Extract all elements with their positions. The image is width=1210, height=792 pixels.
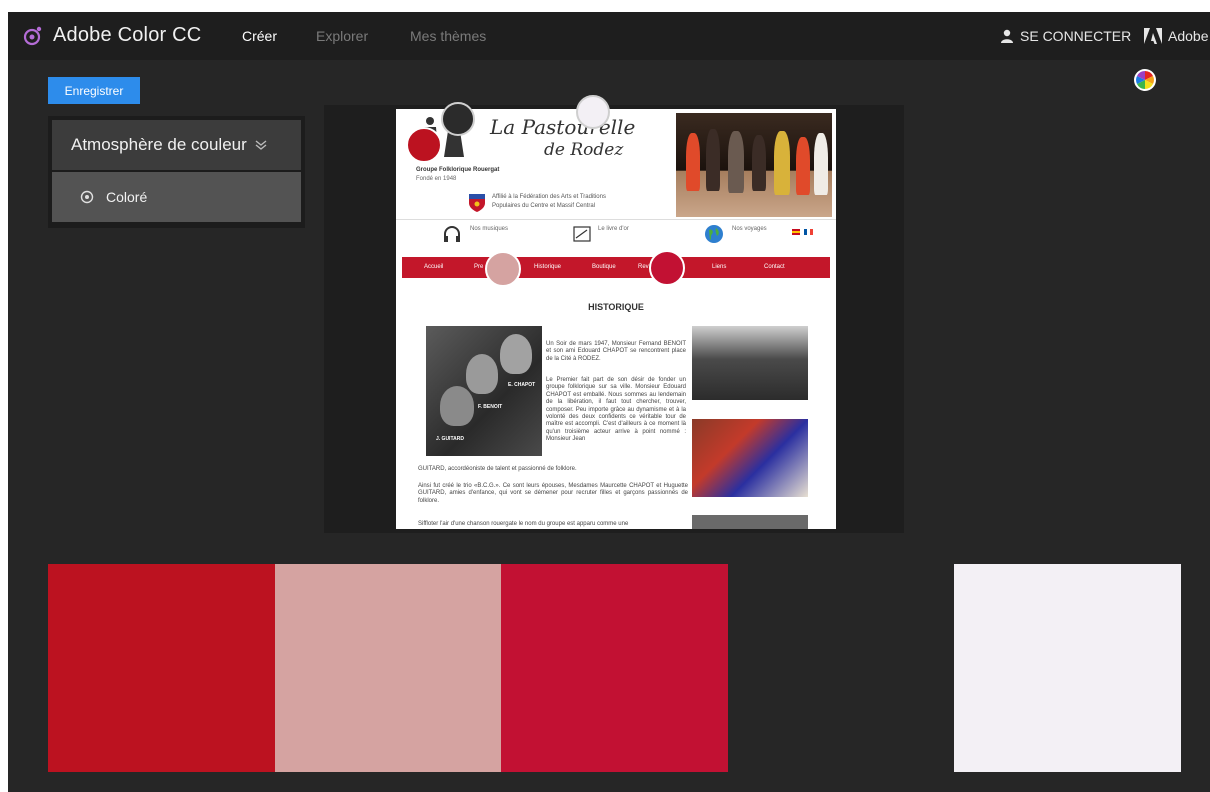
photo-label: J. GUITARD: [436, 436, 464, 442]
color-swatch-5[interactable]: [954, 564, 1181, 772]
source-image: La Pastourelle de Rodez Groupe Folkloriq…: [396, 109, 836, 529]
site-founded: Fondé en 1948: [416, 176, 457, 182]
headphones-icon: [444, 226, 460, 242]
photo-label: F. BENOIT: [478, 404, 503, 410]
guestbook-icon: [573, 226, 591, 242]
adobe-logo-icon: [1144, 28, 1162, 44]
mood-option-label: Coloré: [106, 189, 148, 205]
site-title-line2: de Rodez: [544, 140, 624, 160]
nav-explore[interactable]: Explorer: [316, 28, 368, 44]
user-icon: [1001, 29, 1013, 43]
color-swatch-3[interactable]: [501, 564, 728, 772]
site-paragraph: Le Premier fait part de son désir de fon…: [546, 377, 686, 443]
site-menu-item: Rev: [638, 264, 649, 270]
color-picker-pin[interactable]: [406, 127, 442, 163]
color-mood-panel: Atmosphère de couleur Coloré: [48, 116, 305, 228]
site-icon-row: Nos musiques Le livre d'or Nos voyages: [396, 219, 836, 252]
color-mood-title: Atmosphère de couleur: [71, 135, 247, 154]
site-title-line1: La Pastourelle: [490, 115, 636, 139]
double-chevron-down-icon: [255, 140, 267, 150]
color-picker-pin[interactable]: [485, 251, 521, 287]
costume-photo: [692, 419, 808, 497]
site-menu-item: Historique: [534, 264, 562, 270]
save-button[interactable]: Enregistrer: [48, 77, 140, 104]
site-music-label: Nos musiques: [470, 226, 509, 232]
site-guestbook-label: Le livre d'or: [598, 226, 629, 232]
crest-icon: [469, 194, 485, 212]
adobe-label: Adobe: [1168, 28, 1209, 44]
site-travel-label: Nos voyages: [732, 226, 767, 232]
image-preview-frame[interactable]: La Pastourelle de Rodez Groupe Folkloriq…: [324, 95, 904, 533]
color-mood-dropdown[interactable]: Atmosphère de couleur: [52, 120, 301, 170]
adobe-color-app: Adobe Color CC Créer Explorer Mes thèmes…: [8, 12, 1210, 792]
site-menu-item: Contact: [764, 264, 785, 270]
color-picker-pin[interactable]: [441, 102, 475, 136]
color-picker-pin[interactable]: [649, 250, 685, 286]
adobe-color-logo-icon[interactable]: [22, 25, 44, 47]
brand-name[interactable]: Adobe Color CC: [53, 24, 201, 47]
color-swatch-4[interactable]: [728, 564, 954, 772]
stage-photo: [676, 113, 832, 217]
site-paragraph: Ainsi fut créé le trio «B.C.G.». Ce sont…: [418, 483, 688, 504]
flag-spain-icon: [792, 229, 800, 235]
archive-photo: [692, 515, 808, 529]
site-menu-item: Liens: [712, 264, 727, 270]
color-swatch-2[interactable]: [275, 564, 501, 772]
site-heading: HISTORIQUE: [588, 302, 644, 312]
photo-label: E. CHAPOT: [508, 382, 536, 388]
color-wheel-icon[interactable]: [1133, 68, 1157, 92]
site-paragraph: GUITARD, accordéoniste de talent et pass…: [418, 466, 577, 472]
site-menu-item: Pre: [474, 264, 484, 270]
site-paragraph: Un Soir de mars 1947, Monsieur Fernand B…: [546, 341, 686, 362]
site-menu-item: Boutique: [592, 264, 616, 270]
adobe-link[interactable]: Adobe: [1144, 26, 1208, 46]
top-bar: Adobe Color CC Créer Explorer Mes thèmes…: [8, 12, 1210, 60]
login-link[interactable]: SE CONNECTER: [1000, 26, 1131, 46]
color-swatch-1[interactable]: [48, 564, 275, 772]
radio-selected-icon: [80, 190, 94, 204]
globe-icon: [705, 225, 723, 243]
login-label: SE CONNECTER: [1020, 28, 1132, 44]
color-picker-pin[interactable]: [576, 95, 610, 129]
group-photo: [692, 326, 808, 400]
site-group-name: Groupe Folklorique Rouergat: [416, 167, 500, 173]
founders-photo: E. CHAPOT F. BENOIT J. GUITARD: [426, 326, 542, 456]
nav-create[interactable]: Créer: [242, 28, 277, 44]
flag-france-icon: [804, 229, 813, 235]
mood-option-colorful[interactable]: Coloré: [52, 172, 301, 222]
site-menu-bar: Accueil Pre Historique Boutique Rev e Li…: [402, 257, 830, 278]
nav-my-themes[interactable]: Mes thèmes: [410, 28, 486, 44]
site-paragraph: Siffloter l'air d'une chanson rouergate …: [418, 521, 629, 527]
site-menu-item: Accueil: [424, 264, 444, 270]
site-affiliation: Affilié à la Fédération des Arts et Trad…: [492, 194, 606, 209]
